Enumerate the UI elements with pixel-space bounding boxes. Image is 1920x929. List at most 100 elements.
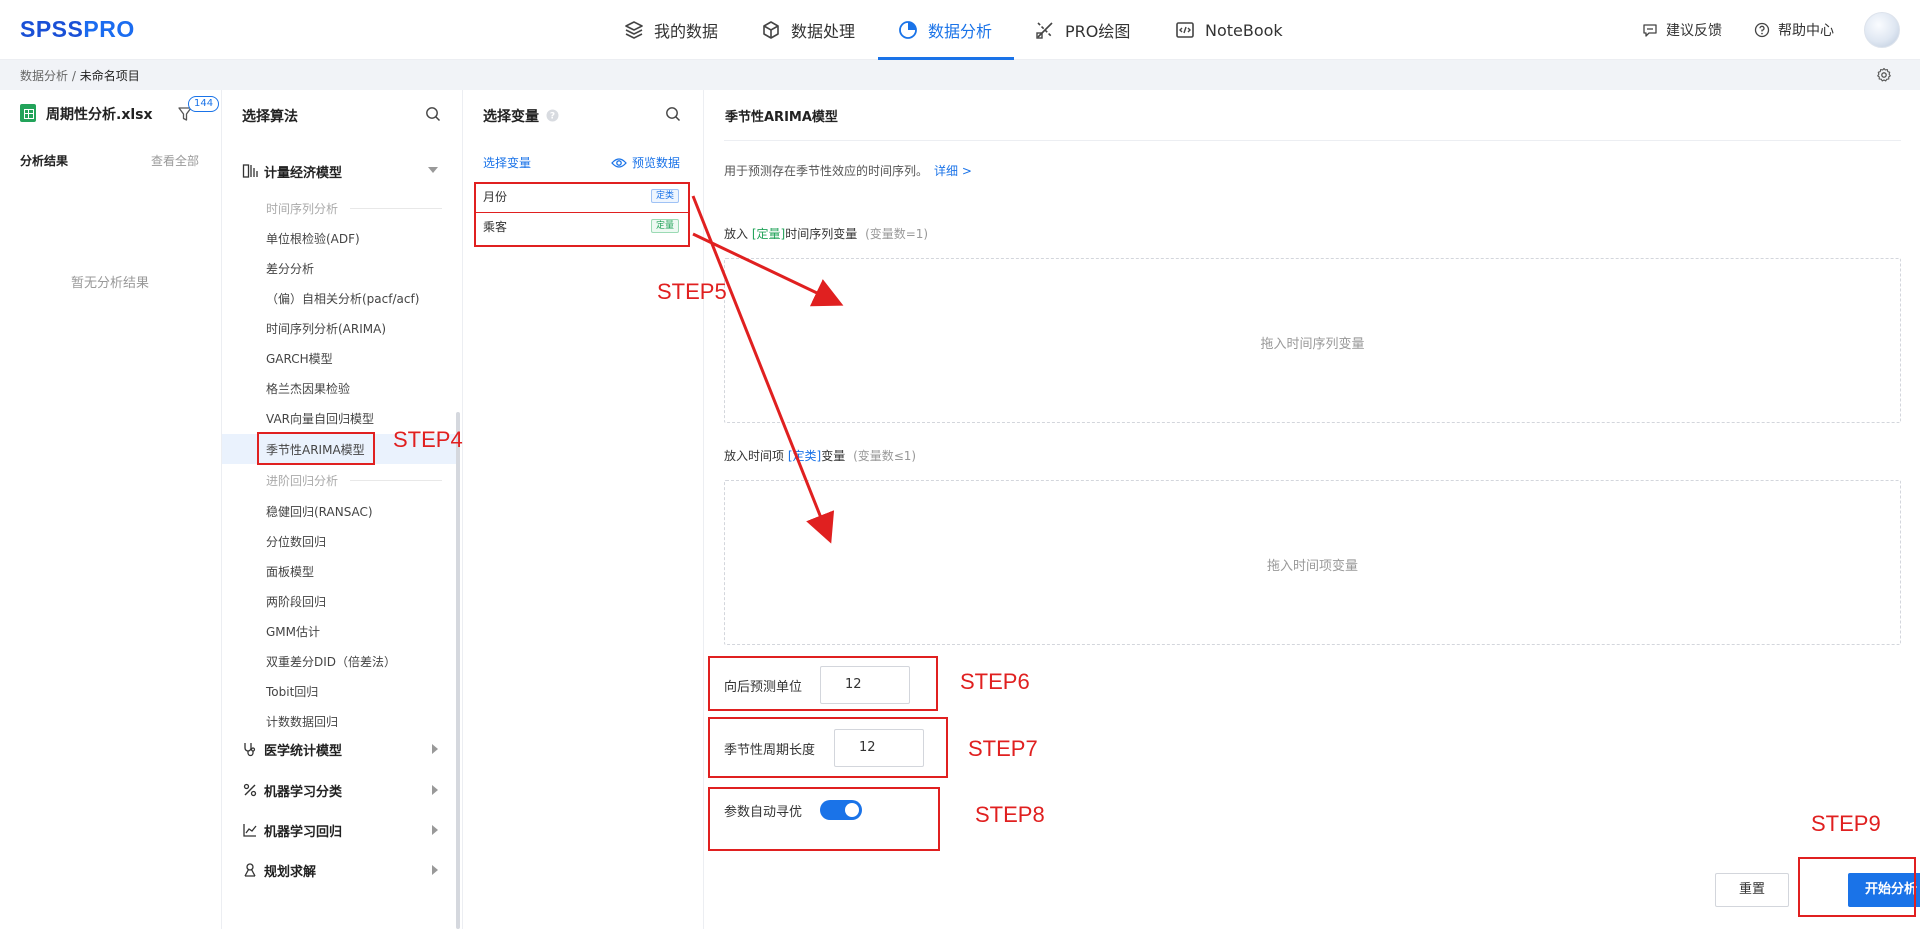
- tab-select-variables[interactable]: 选择变量: [483, 154, 531, 171]
- category-programming-solver[interactable]: 规划求解: [242, 858, 442, 882]
- solver-icon: [244, 863, 256, 877]
- dropzone-placeholder: 拖入时间项变量: [1266, 559, 1358, 574]
- algo-item[interactable]: 差分分析: [266, 260, 314, 277]
- algo-item[interactable]: 分位数回归: [266, 533, 326, 550]
- algo-item[interactable]: 计数数据回归: [266, 713, 338, 730]
- gear-icon[interactable]: [1876, 67, 1892, 83]
- message-icon: [1643, 24, 1657, 37]
- time-item-field-label: 放入时间项 [定类]变量 (变量数≤1): [724, 447, 916, 464]
- subheading-label: 进阶回归分析: [266, 474, 339, 488]
- econometrics-icon: [242, 164, 258, 178]
- stethoscope-icon: [244, 743, 256, 757]
- detail-link[interactable]: 详细 >: [934, 164, 972, 178]
- category-medical-statistics[interactable]: 医学统计模型: [242, 737, 442, 761]
- feedback-link[interactable]: 建议反馈: [1642, 0, 1722, 60]
- algo-item[interactable]: GMM估计: [266, 623, 320, 640]
- algo-item[interactable]: （偏）自相关分析(pacf/acf): [266, 290, 419, 307]
- time-series-field-label: 放入 [定量]时间序列变量 (变量数=1): [724, 225, 928, 242]
- annotation-box-step5: [474, 182, 690, 247]
- layers-icon: [625, 21, 643, 39]
- spsspro-logo[interactable]: SPSSPRO: [20, 16, 135, 43]
- category-label: 规划求解: [264, 864, 317, 880]
- empty-results-text: 暂无分析结果: [70, 276, 149, 291]
- category-label: 机器学习分类: [264, 784, 343, 800]
- brush-ruler-icon: [1036, 22, 1053, 39]
- field-name: 变量: [821, 449, 846, 463]
- top-navigation-bar: SPSSPRO 我的数据 数据处理 数据分析 PRO绘图 NoteBook 建议…: [0, 0, 1920, 60]
- algo-item[interactable]: VAR向量自回归模型: [266, 410, 374, 427]
- logo-pro: PRO: [83, 16, 135, 42]
- analysis-results-heading: 分析结果: [20, 154, 69, 168]
- breadcrumb-current: 未命名项目: [79, 69, 140, 83]
- filter-count-badge: 144: [188, 96, 220, 112]
- dropzone-placeholder: 拖入时间序列变量: [1260, 337, 1365, 352]
- divider: [350, 480, 443, 481]
- nav-label: PRO绘图: [1065, 22, 1131, 41]
- algo-item[interactable]: 两阶段回归: [266, 593, 326, 610]
- annotation-box-step4: [257, 432, 375, 465]
- eye-icon: [611, 157, 627, 168]
- scrollbar[interactable]: [456, 412, 460, 929]
- spreadsheet-file-icon: [20, 104, 36, 122]
- field-prefix: 放入: [724, 227, 749, 241]
- category-econometrics[interactable]: 计量经济模型: [242, 159, 442, 183]
- divider: [350, 208, 443, 209]
- chevron-right-icon: [432, 825, 438, 835]
- nav-notebook[interactable]: NoteBook: [1175, 0, 1283, 60]
- nav-data-processing[interactable]: 数据处理: [761, 0, 855, 60]
- algo-item[interactable]: Tobit回归: [266, 683, 318, 700]
- model-title: 季节性ARIMA模型: [725, 110, 838, 125]
- time-series-dropzone[interactable]: 拖入时间序列变量: [724, 258, 1901, 423]
- category-ml-classification[interactable]: 机器学习分类: [242, 778, 442, 802]
- algo-item[interactable]: 双重差分DID（倍差法）: [266, 653, 396, 670]
- help-label: 帮助中心: [1778, 23, 1834, 39]
- algo-item[interactable]: 面板模型: [266, 563, 314, 580]
- field-type: [定类]: [787, 449, 822, 463]
- help-circle-icon: [1754, 22, 1770, 38]
- algo-item[interactable]: 单位根检验(ADF): [266, 230, 360, 247]
- code-icon: [1176, 22, 1194, 38]
- category-ml-regression[interactable]: 机器学习回归: [242, 818, 442, 842]
- category-label: 医学统计模型: [264, 743, 343, 759]
- line-chart-icon: [243, 824, 257, 837]
- annotation-box-step8: [708, 787, 940, 851]
- algo-item[interactable]: 时间序列分析(ARIMA): [266, 320, 386, 337]
- breadcrumb-bar: 数据分析 / 未命名项目: [0, 60, 1920, 90]
- annotation-box-step9: [1798, 857, 1916, 917]
- search-icon[interactable]: [425, 106, 441, 122]
- algo-item[interactable]: 稳健回归(RANSAC): [266, 503, 373, 520]
- category-label: 机器学习回归: [264, 824, 343, 840]
- nav-my-data[interactable]: 我的数据: [624, 0, 718, 60]
- breadcrumb-separator: /: [71, 69, 76, 83]
- description-text: 用于预测存在季节性效应的时间序列。: [724, 164, 929, 178]
- svg-text:?: ?: [550, 112, 555, 122]
- chevron-right-icon: [432, 865, 438, 875]
- percent-icon: [243, 783, 257, 797]
- avatar[interactable]: [1864, 12, 1900, 48]
- preview-label: 预览数据: [632, 156, 681, 170]
- subheading-label: 时间序列分析: [266, 202, 339, 216]
- chevron-right-icon: [432, 744, 438, 754]
- reset-button[interactable]: 重置: [1715, 873, 1789, 907]
- nav-data-analysis[interactable]: 数据分析: [898, 0, 992, 60]
- time-item-dropzone[interactable]: 拖入时间项变量: [724, 480, 1901, 645]
- nav-label: NoteBook: [1205, 20, 1283, 40]
- search-icon[interactable]: [665, 106, 681, 122]
- view-all-link[interactable]: 查看全部: [151, 152, 199, 169]
- field-type: [定量]: [751, 227, 786, 241]
- algo-item[interactable]: GARCH模型: [266, 350, 333, 367]
- annotation-box-step6: [708, 656, 938, 711]
- subheading-advanced-regression: 进阶回归分析: [266, 472, 443, 489]
- algo-item[interactable]: 格兰杰因果检验: [266, 380, 350, 397]
- nav-label: 数据处理: [791, 22, 856, 41]
- field-prefix: 放入时间项: [724, 449, 785, 463]
- annotation-label-step6: STEP6: [960, 669, 1030, 694]
- preview-data-link[interactable]: 预览数据: [611, 154, 680, 171]
- nav-pro-drawing[interactable]: PRO绘图: [1035, 0, 1130, 60]
- help-dot-icon[interactable]: ?: [546, 109, 559, 122]
- data-file-name[interactable]: 周期性分析.xlsx: [46, 104, 156, 124]
- help-center-link[interactable]: 帮助中心: [1754, 0, 1834, 60]
- variables-title-label: 选择变量: [483, 109, 539, 125]
- breadcrumb-parent[interactable]: 数据分析: [20, 69, 68, 83]
- variables-panel-title: 选择变量 ?: [483, 106, 559, 126]
